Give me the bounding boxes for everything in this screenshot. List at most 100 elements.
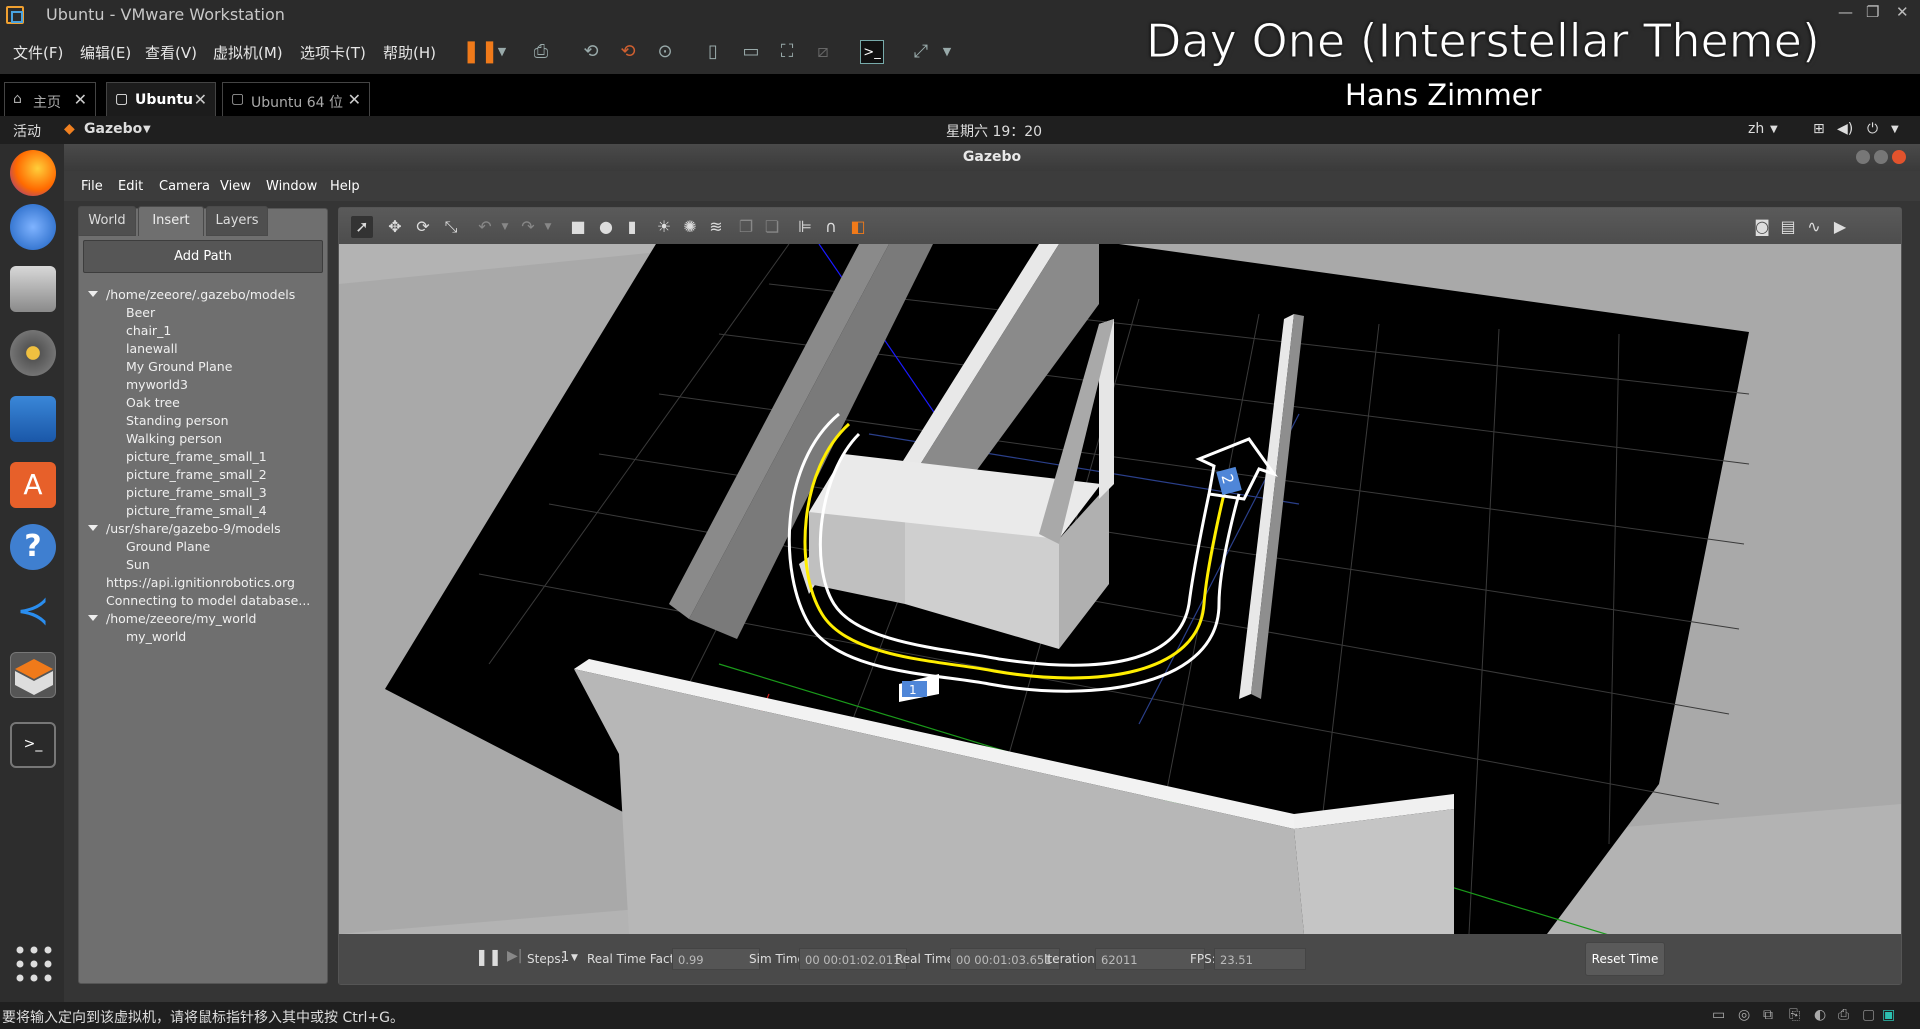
cd-drive-icon[interactable]: ◎ bbox=[1738, 1007, 1750, 1023]
rhythmbox-icon[interactable] bbox=[10, 330, 56, 376]
tab-home[interactable]: ⌂ 主页 ✕ bbox=[4, 82, 96, 116]
expand-arrow-icon[interactable] bbox=[88, 615, 98, 621]
cylinder-shape-icon[interactable]: ▮ bbox=[621, 216, 643, 238]
scale-mode-icon[interactable]: ⤡ bbox=[440, 216, 462, 238]
tab-world[interactable]: World bbox=[78, 206, 136, 236]
volume-icon[interactable]: ◀) bbox=[1837, 121, 1853, 137]
screenshot-icon[interactable]: ◙ bbox=[1751, 216, 1773, 238]
close-tab-icon[interactable]: ✕ bbox=[74, 90, 87, 109]
maximize-icon[interactable] bbox=[1874, 150, 1888, 164]
vscode-icon[interactable]: ≺ bbox=[10, 588, 56, 634]
tree-model-item[interactable]: Standing person bbox=[84, 412, 324, 430]
tree-model-item[interactable]: Walking person bbox=[84, 430, 324, 448]
close-tab-icon[interactable]: ✕ bbox=[348, 90, 361, 109]
gazebo-3d-scene[interactable]: 2 1 bbox=[339, 244, 1901, 934]
menu-view[interactable]: 查看(V) bbox=[145, 42, 197, 63]
plot-icon[interactable]: ∿ bbox=[1803, 216, 1825, 238]
minimize-icon[interactable] bbox=[1856, 150, 1870, 164]
firefox-icon[interactable] bbox=[10, 150, 56, 196]
libreoffice-writer-icon[interactable] bbox=[10, 396, 56, 442]
tab-insert[interactable]: Insert bbox=[138, 206, 204, 236]
point-light-icon[interactable]: ☀ bbox=[653, 216, 675, 238]
paste-icon[interactable]: ❏ bbox=[761, 216, 783, 238]
restore-icon[interactable]: ❐ bbox=[1866, 3, 1879, 21]
snap-icon[interactable]: ∩ bbox=[820, 216, 842, 238]
box-shape-icon[interactable]: ■ bbox=[567, 216, 589, 238]
reset-time-button[interactable]: Reset Time bbox=[1585, 942, 1665, 976]
terminal-icon[interactable]: >_ bbox=[10, 722, 56, 768]
menu-vm[interactable]: 虚拟机(M) bbox=[213, 42, 283, 63]
chevron-down-icon[interactable]: ▼ bbox=[494, 216, 516, 238]
tree-model-item[interactable]: myworld3 bbox=[84, 376, 324, 394]
tree-model-item[interactable]: Ground Plane bbox=[84, 538, 324, 556]
input-method-indicator[interactable]: zh bbox=[1748, 121, 1764, 137]
log-data-icon[interactable]: ▤ bbox=[1777, 216, 1799, 238]
menu-help[interactable]: 帮助(H) bbox=[383, 42, 436, 63]
chevron-down-icon[interactable]: ▼ bbox=[935, 40, 959, 64]
video-record-icon[interactable]: ▶ bbox=[1829, 216, 1851, 238]
chevron-down-icon[interactable]: ▼ bbox=[1891, 124, 1899, 135]
menu-tabs[interactable]: 选项卡(T) bbox=[300, 42, 366, 63]
tab-ubuntu[interactable]: ▢ Ubuntu ✕ bbox=[106, 82, 216, 116]
tree-model-item[interactable]: Beer bbox=[84, 304, 324, 322]
send-keys-icon[interactable]: ⎙ bbox=[529, 40, 553, 64]
chevron-down-icon[interactable]: ▼ bbox=[1770, 124, 1778, 135]
tree-model-item[interactable]: lanewall bbox=[84, 340, 324, 358]
add-path-button[interactable]: Add Path bbox=[83, 240, 323, 273]
expand-arrow-icon[interactable] bbox=[88, 291, 98, 297]
select-mode-icon[interactable]: ➚ bbox=[351, 216, 373, 238]
hard-disk-icon[interactable]: ▭ bbox=[1712, 1007, 1725, 1023]
close-icon[interactable] bbox=[1892, 150, 1906, 164]
sidebar-toggle-icon[interactable]: ▯ bbox=[701, 40, 725, 64]
close-tab-icon[interactable]: ✕ bbox=[194, 90, 207, 109]
tree-path-item[interactable]: /home/zeeore/.gazebo/models bbox=[84, 286, 324, 304]
menu-view[interactable]: View bbox=[220, 179, 251, 194]
tree-model-item[interactable]: chair_1 bbox=[84, 322, 324, 340]
pause-icon[interactable]: ❚❚ bbox=[475, 947, 502, 966]
tree-model-item[interactable]: Sun bbox=[84, 556, 324, 574]
network-icon[interactable]: ⊞ bbox=[1813, 121, 1825, 137]
network-adapter-icon[interactable]: ⧉ bbox=[1763, 1007, 1773, 1023]
tree-path-item[interactable]: /home/zeeore/my_world bbox=[84, 610, 324, 628]
show-applications-icon[interactable] bbox=[14, 944, 54, 984]
change-view-icon[interactable]: ◧ bbox=[847, 216, 869, 238]
tree-model-item[interactable]: picture_frame_small_4 bbox=[84, 502, 324, 520]
spot-light-icon[interactable]: ✺ bbox=[679, 216, 701, 238]
thumbnail-icon[interactable]: ▭ bbox=[739, 40, 763, 64]
fullscreen-icon[interactable]: ⛶ bbox=[775, 40, 799, 64]
tree-path-item[interactable]: Connecting to model database... bbox=[84, 592, 324, 610]
translate-mode-icon[interactable]: ✥ bbox=[384, 216, 406, 238]
files-icon[interactable] bbox=[10, 266, 56, 312]
chevron-down-icon[interactable]: ▼ bbox=[571, 953, 578, 963]
message-log-icon[interactable]: ▣ bbox=[1882, 1007, 1895, 1023]
app-menu-button[interactable]: Gazebo bbox=[84, 121, 142, 137]
tree-model-item[interactable]: picture_frame_small_2 bbox=[84, 466, 324, 484]
copy-icon[interactable]: ❐ bbox=[735, 216, 757, 238]
stretch-icon[interactable]: ⤢ bbox=[909, 40, 933, 64]
display-icon[interactable]: ▢ bbox=[1862, 1007, 1875, 1023]
menu-file[interactable]: File bbox=[81, 179, 103, 194]
revert-snapshot-icon[interactable]: ⟲ bbox=[616, 40, 640, 64]
snapshot-icon[interactable]: ⟲ bbox=[579, 40, 603, 64]
thunderbird-icon[interactable] bbox=[10, 204, 56, 250]
pause-vm-icon[interactable]: ❚❚ bbox=[462, 40, 499, 64]
unity-icon[interactable]: ⧄ bbox=[811, 40, 835, 64]
software-center-icon[interactable]: A bbox=[10, 462, 56, 508]
tree-model-item[interactable]: Oak tree bbox=[84, 394, 324, 412]
tab-ubuntu-64[interactable]: ▢ Ubuntu 64 位 ✕ bbox=[222, 82, 370, 116]
snapshot-manager-icon[interactable]: ⊙ bbox=[653, 40, 677, 64]
tree-path-item[interactable]: https://api.ignitionrobotics.org bbox=[84, 574, 324, 592]
printer-icon[interactable]: ⎙ bbox=[1838, 1007, 1849, 1023]
menu-camera[interactable]: Camera bbox=[159, 179, 210, 194]
tree-model-item[interactable]: My Ground Plane bbox=[84, 358, 324, 376]
expand-arrow-icon[interactable] bbox=[88, 525, 98, 531]
tree-model-item[interactable]: picture_frame_small_1 bbox=[84, 448, 324, 466]
close-icon[interactable]: ✕ bbox=[1896, 3, 1909, 21]
undo-icon[interactable]: ↶ bbox=[474, 216, 496, 238]
gazebo-dock-icon[interactable] bbox=[10, 652, 56, 698]
minimize-icon[interactable]: — bbox=[1838, 3, 1853, 21]
help-icon[interactable]: ? bbox=[10, 524, 56, 570]
menu-edit[interactable]: Edit bbox=[118, 179, 143, 194]
chevron-down-icon[interactable]: ▼ bbox=[490, 40, 514, 64]
activities-button[interactable]: 活动 bbox=[13, 121, 41, 141]
